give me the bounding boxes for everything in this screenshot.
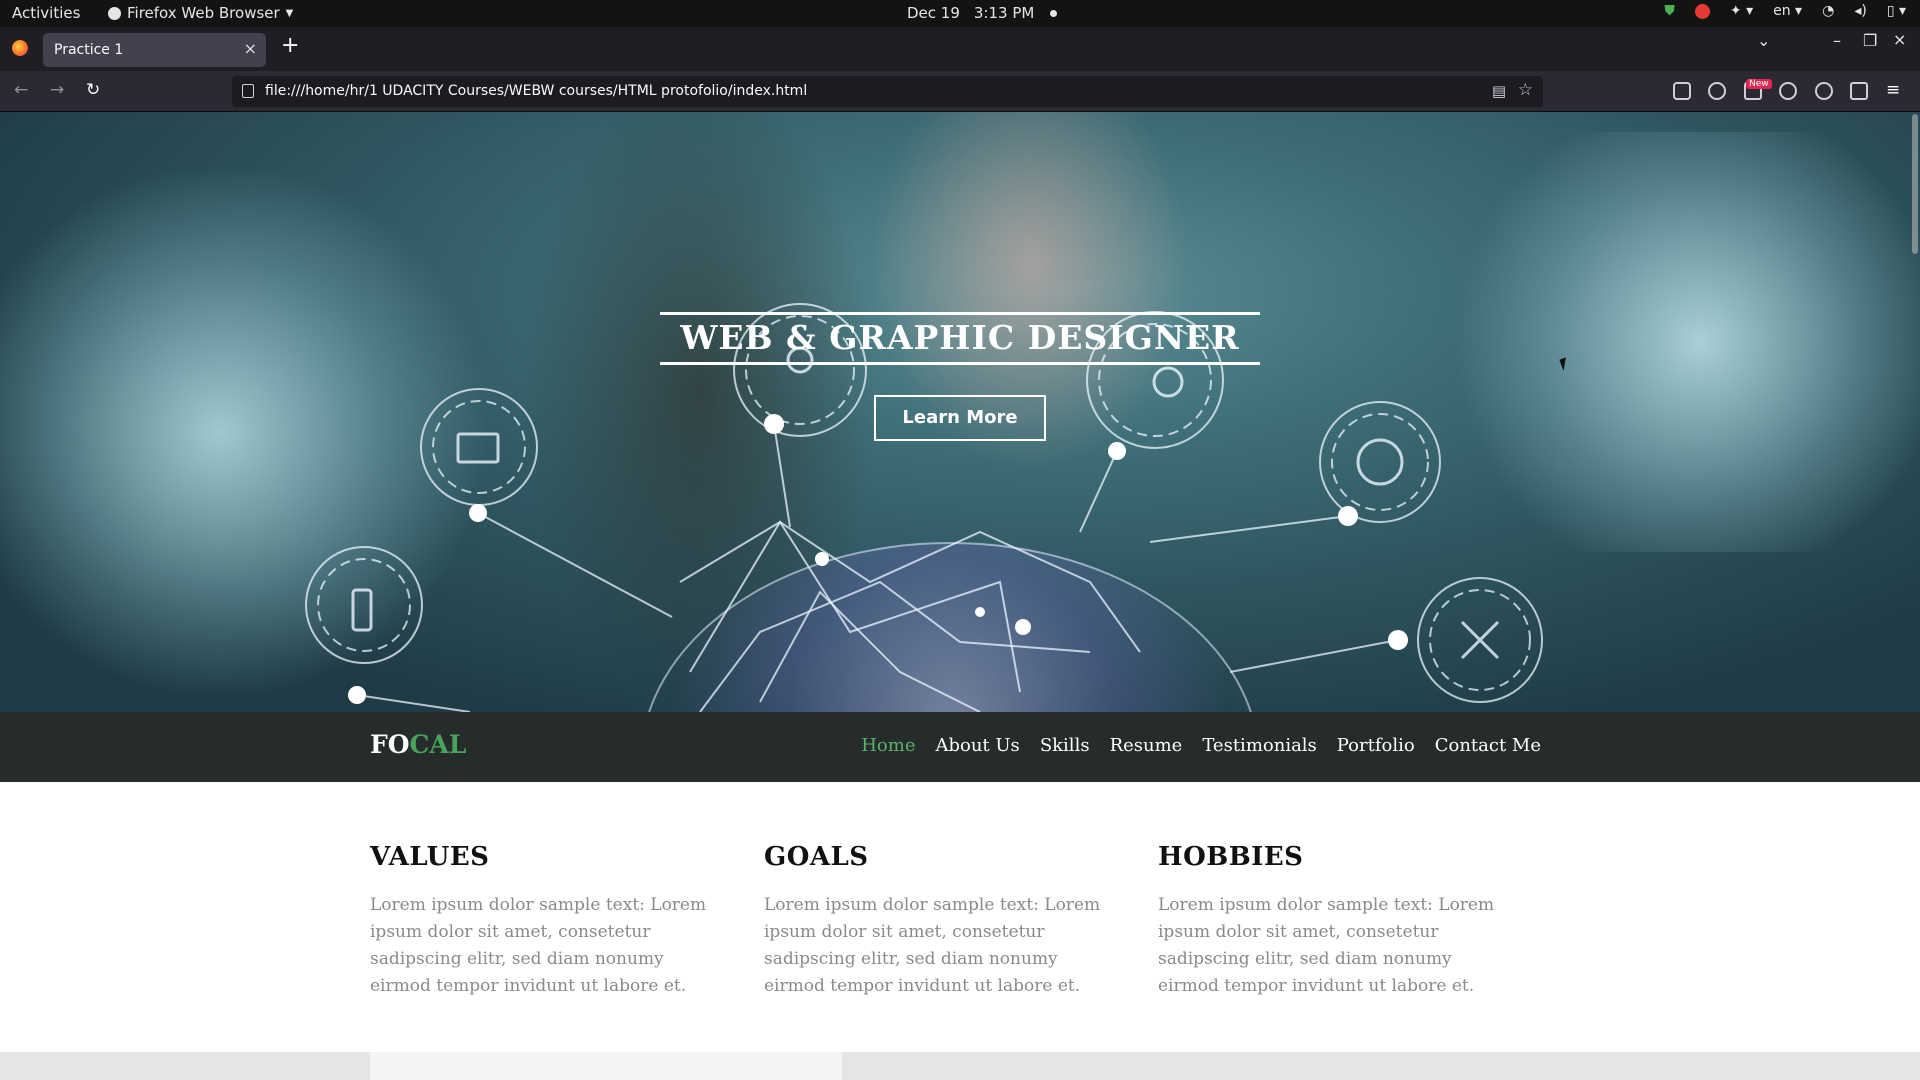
nav-testimonials[interactable]: Testimonials — [1202, 735, 1316, 756]
url-text[interactable]: file:///home/hr/1 UDACITY Courses/WEBW c… — [265, 83, 807, 99]
reader-view-icon[interactable]: ▤ — [1492, 82, 1506, 100]
page-scrollbar[interactable] — [1908, 112, 1920, 1080]
page-icon — [242, 84, 254, 98]
learn-more-button[interactable]: Learn More — [874, 395, 1046, 441]
blocked-icon[interactable] — [1694, 3, 1710, 19]
nav-portfolio[interactable]: Portfolio — [1337, 735, 1415, 756]
next-section-band — [0, 1052, 1920, 1080]
hero-title: WEB & GRAPHIC DESIGNER — [660, 312, 1260, 365]
hobbies-text: Lorem ipsum dolor sample text: Lorem ips… — [1158, 895, 1495, 996]
nav-home[interactable]: Home — [861, 735, 915, 756]
pocket-icon[interactable] — [1673, 82, 1691, 100]
web-page: WEB & GRAPHIC DESIGNER Learn More FOCAL … — [0, 112, 1920, 1080]
nav-contact-me[interactable]: Contact Me — [1435, 735, 1541, 756]
wifi-icon[interactable]: ◔ — [1822, 3, 1834, 19]
scrollbar-thumb[interactable] — [1912, 114, 1918, 254]
menu-hamburger-icon[interactable]: ≡ — [1886, 80, 1900, 100]
list-tabs-icon[interactable]: ⌄ — [1757, 31, 1770, 50]
back-icon[interactable]: ← — [14, 80, 28, 100]
system-tray[interactable]: ⛊ ✦ ▾ en ▾ ◔ ◂) ▯ ▾ — [1664, 3, 1906, 19]
bookmark-star-icon[interactable]: ☆ — [1518, 80, 1533, 100]
site-logo[interactable]: FOCAL — [370, 730, 466, 759]
nav-skills[interactable]: Skills — [1040, 735, 1090, 756]
new-badge: New — [1746, 79, 1772, 89]
notification-dot-icon — [1050, 9, 1058, 17]
close-window-icon[interactable]: × — [1893, 30, 1906, 49]
hobbies-column: HOBBIES Lorem ipsum dolor sample text: L… — [1158, 842, 1513, 1000]
info-columns: VALUES Lorem ipsum dolor sample text: Lo… — [370, 842, 1550, 1000]
hobbies-heading: HOBBIES — [1158, 842, 1304, 872]
minimize-icon[interactable]: – — [1833, 31, 1841, 50]
clock-date: Dec 19 — [907, 4, 960, 22]
activities-button[interactable]: Activities — [12, 4, 80, 22]
system-top-bar: Activities Firefox Web Browser ▼ Dec 19 … — [0, 0, 1920, 27]
goals-heading: GOALS — [764, 842, 869, 872]
tab-practice-1[interactable]: Practice 1 × — [43, 33, 266, 67]
goals-column: GOALS Lorem ipsum dolor sample text: Lor… — [764, 842, 1119, 1000]
close-tab-icon[interactable]: × — [244, 39, 257, 58]
site-menu: Home About Us Skills Resume Testimonials… — [861, 735, 1541, 756]
nav-resume[interactable]: Resume — [1110, 735, 1183, 756]
hero-section: WEB & GRAPHIC DESIGNER Learn More — [0, 112, 1920, 712]
app-menu-label: Firefox Web Browser — [127, 4, 280, 22]
values-column: VALUES Lorem ipsum dolor sample text: Lo… — [370, 842, 725, 1000]
accessibility-icon[interactable]: ✦ ▾ — [1730, 3, 1753, 19]
goals-text: Lorem ipsum dolor sample text: Lorem ips… — [764, 895, 1101, 996]
clock[interactable]: Dec 19 3:13 PM — [907, 4, 1058, 22]
extension-user-icon[interactable] — [1815, 82, 1833, 100]
url-bar[interactable]: file:///home/hr/1 UDACITY Courses/WEBW c… — [232, 76, 1543, 107]
nav-about-us[interactable]: About Us — [935, 735, 1019, 756]
tab-title: Practice 1 — [54, 42, 124, 58]
reload-icon[interactable]: ↻ — [86, 80, 100, 100]
values-heading: VALUES — [370, 842, 490, 872]
extensions-puzzle-icon[interactable] — [1850, 82, 1868, 100]
logo-part-2: CAL — [409, 730, 467, 759]
firefox-icon — [108, 6, 121, 20]
firefox-logo-icon — [12, 40, 28, 56]
language-indicator[interactable]: en ▾ — [1773, 3, 1802, 19]
chevron-down-icon: ▼ — [285, 7, 294, 19]
navigation-toolbar: ← → ↻ file:///home/hr/1 UDACITY Courses/… — [0, 71, 1920, 112]
app-menu[interactable]: Firefox Web Browser ▼ — [108, 4, 293, 22]
site-navigation: FOCAL Home About Us Skills Resume Testim… — [0, 712, 1920, 782]
extension-face-icon[interactable] — [1779, 82, 1797, 100]
profile-photo — [370, 1052, 842, 1080]
clock-time: 3:13 PM — [973, 4, 1035, 22]
forward-icon[interactable]: → — [50, 80, 64, 100]
new-tab-button[interactable]: + — [281, 33, 299, 58]
language-label: en — [1773, 3, 1791, 19]
volume-icon[interactable]: ◂) — [1854, 3, 1867, 19]
battery-icon[interactable]: ▯ ▾ — [1887, 3, 1906, 19]
logo-part-1: FO — [370, 730, 410, 759]
restore-icon[interactable]: ❐ — [1863, 31, 1877, 50]
tab-strip: Practice 1 × + ⌄ – ❐ × — [0, 27, 1920, 71]
values-text: Lorem ipsum dolor sample text: Lorem ips… — [370, 895, 707, 996]
account-icon[interactable] — [1708, 82, 1726, 100]
shield-icon[interactable]: ⛊ — [1664, 3, 1675, 19]
